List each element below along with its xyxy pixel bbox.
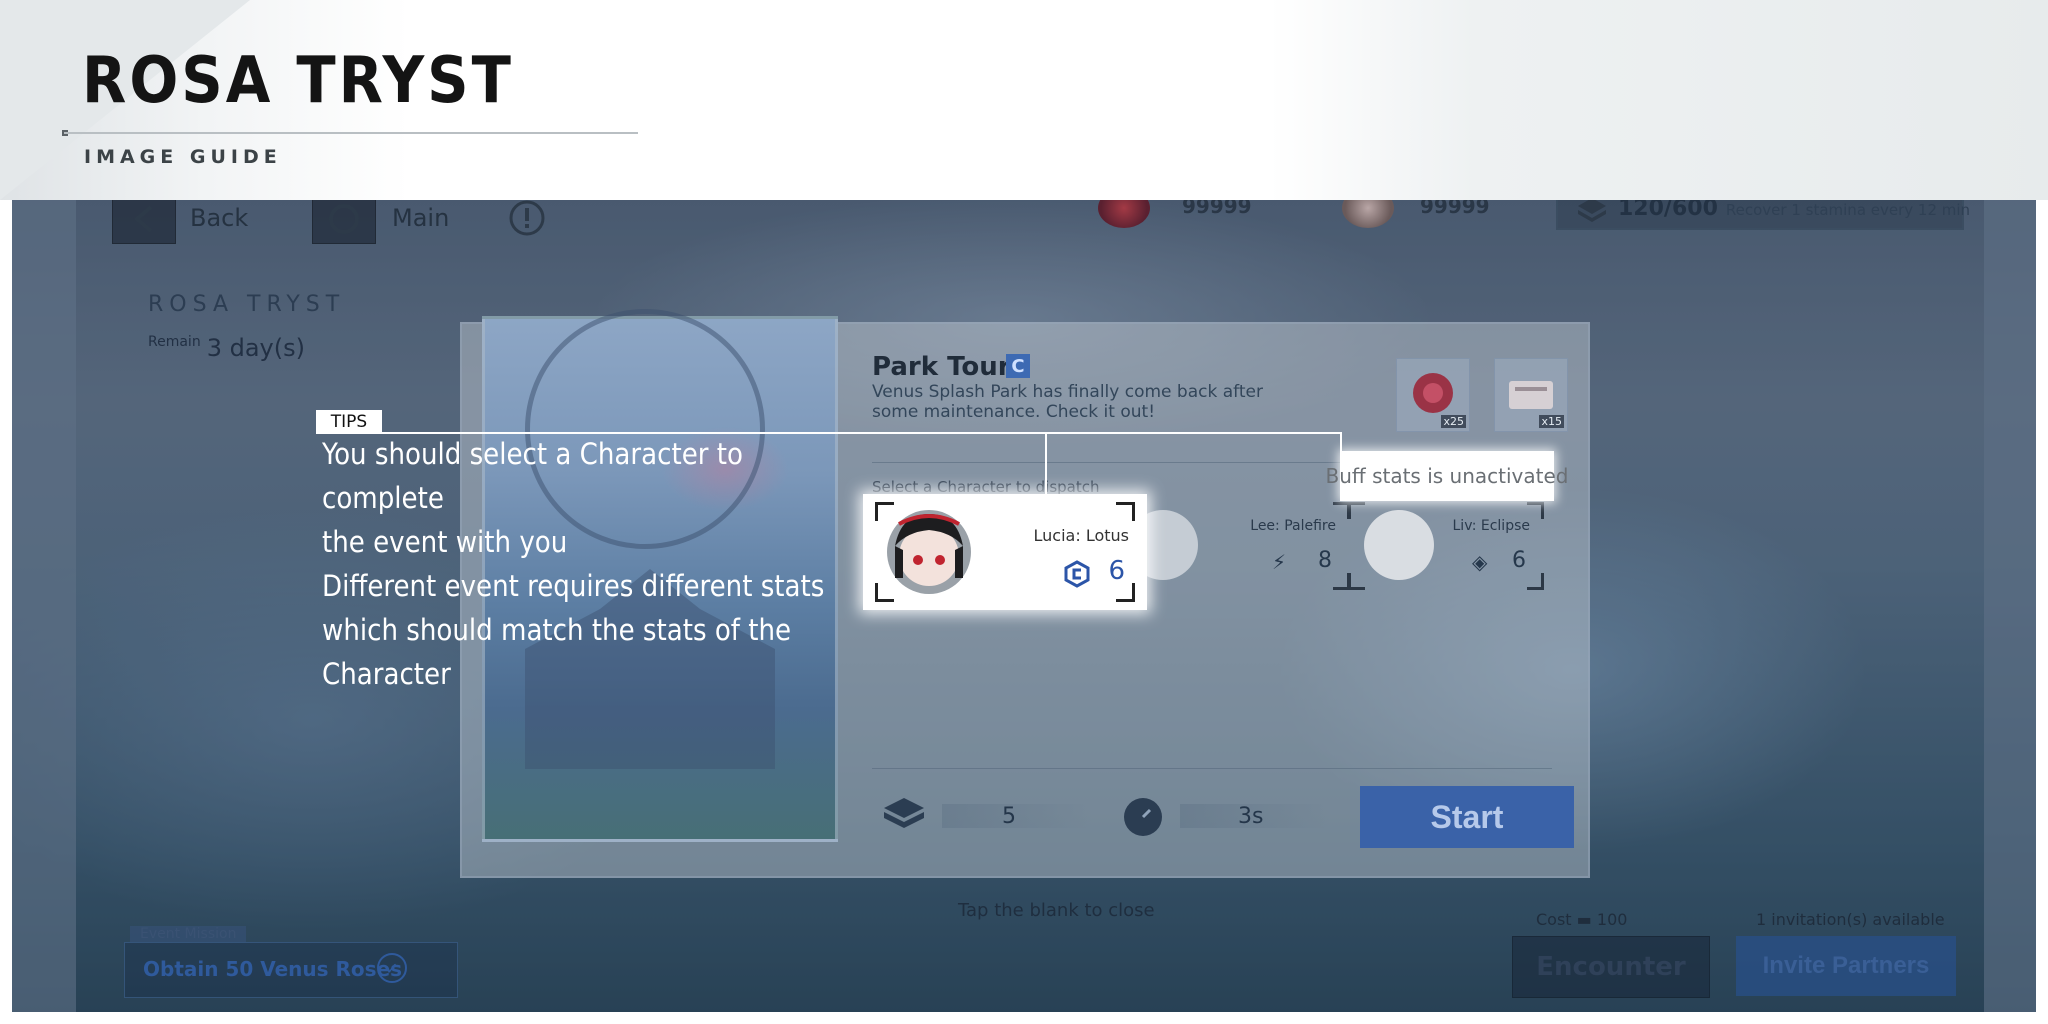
- tip-connector-to-card: [1045, 432, 1047, 496]
- checkmark-icon: ✓: [377, 953, 407, 983]
- lucia-avatar: [887, 510, 971, 594]
- section-divider: [872, 768, 1552, 769]
- tip-line: the event with you: [322, 525, 568, 559]
- dispatch-time-value: 3s: [1238, 804, 1264, 829]
- reward-item-rose[interactable]: x25: [1396, 358, 1470, 432]
- liv-avatar: [1364, 510, 1434, 580]
- tap-to-close-hint: Tap the blank to close: [958, 900, 1155, 921]
- character-name: Lee: Palefire: [1250, 518, 1336, 534]
- ticket-small-icon: ▬: [1576, 910, 1592, 929]
- reward-quantity: x25: [1441, 415, 1466, 428]
- info-icon: [509, 200, 545, 236]
- highlighted-character-card[interactable]: Lucia: Lotus 6: [863, 494, 1147, 610]
- back-button[interactable]: [112, 200, 176, 244]
- start-button[interactable]: Start: [1360, 786, 1574, 848]
- tips-text: You should select a Character to complet…: [322, 432, 862, 696]
- chevron-left-icon: [133, 205, 153, 233]
- invitations-available: 1 invitation(s) available: [1756, 910, 1945, 929]
- encounter-cost: Cost ▬ 100: [1536, 910, 1627, 929]
- event-mission-box[interactable]: Obtain 50 Venus Roses ✓: [124, 942, 458, 998]
- character-card-liv[interactable]: Liv: Eclipse ◈ 6: [1348, 502, 1544, 590]
- tip-line: Character: [322, 657, 451, 691]
- guide-subtitle: IMAGE GUIDE: [84, 146, 282, 168]
- tip-line: which should match the stats of the: [322, 613, 792, 647]
- reward-quantity: x15: [1539, 415, 1564, 428]
- shield-c-icon: [1064, 560, 1090, 588]
- ticket-count: 99999: [1420, 200, 1490, 218]
- character-stat-value: 6: [1108, 556, 1125, 586]
- guide-title: ROSA TRYST: [82, 44, 514, 118]
- encounter-button[interactable]: Encounter: [1512, 936, 1710, 998]
- header-divider: [64, 132, 638, 134]
- character-stat-value: 6: [1512, 548, 1526, 573]
- reward-item-ticket[interactable]: x15: [1494, 358, 1568, 432]
- event-name: ROSA TRYST: [148, 292, 346, 317]
- tip-line: Different event requires different stats: [322, 569, 825, 603]
- invite-partners-button[interactable]: Invite Partners: [1736, 936, 1956, 996]
- remain-value: 3 day(s): [206, 334, 305, 362]
- cost-bar: [942, 804, 1092, 828]
- tip-connector-to-buff: [1340, 432, 1342, 454]
- remain-time: Remain 3 day(s): [148, 334, 305, 362]
- character-card-lee[interactable]: Lee: Palefire ⚡ 8: [1128, 502, 1350, 590]
- event-description: Venus Splash Park has finally come back …: [872, 382, 1263, 422]
- buff-status: Buff stats is unactivated: [1326, 451, 1568, 501]
- circle-icon: [329, 204, 359, 234]
- remain-label: Remain: [148, 334, 201, 350]
- clock-icon: [1124, 798, 1162, 836]
- rose-count: 99999: [1182, 200, 1252, 218]
- main-label[interactable]: Main: [392, 204, 449, 232]
- tips-label: TIPS: [316, 410, 382, 434]
- character-stat-value: 8: [1318, 548, 1332, 573]
- event-rank-badge: C: [1006, 354, 1030, 378]
- character-name: Lucia: Lotus: [1033, 526, 1129, 545]
- main-button[interactable]: [312, 200, 376, 244]
- diamond-arrows-icon: ◈: [1472, 550, 1488, 574]
- tip-line: You should select a Character to complet…: [322, 437, 743, 515]
- cost-label: Cost: [1536, 910, 1572, 929]
- info-button[interactable]: [502, 200, 552, 242]
- stamina-cost-value: 5: [1002, 804, 1016, 829]
- stamina-cost-icon: [884, 798, 924, 828]
- event-mission-label: Event Mission: [130, 926, 247, 942]
- event-title: Park Tour: [872, 352, 1011, 382]
- stamina-value: 120/600: [1618, 200, 1718, 221]
- character-name: Liv: Eclipse: [1452, 518, 1531, 534]
- stamina-note: Recover 1 stamina every 12 min: [1725, 201, 1971, 219]
- stamina-display: 120/600 Recover 1 stamina every 12 min: [1556, 200, 1970, 230]
- lightning-icon: ⚡: [1272, 550, 1287, 574]
- cost-value: 100: [1596, 910, 1628, 929]
- back-label[interactable]: Back: [190, 204, 248, 232]
- stamina-icon: [1578, 200, 1606, 222]
- event-mission-text: Obtain 50 Venus Roses: [143, 957, 403, 981]
